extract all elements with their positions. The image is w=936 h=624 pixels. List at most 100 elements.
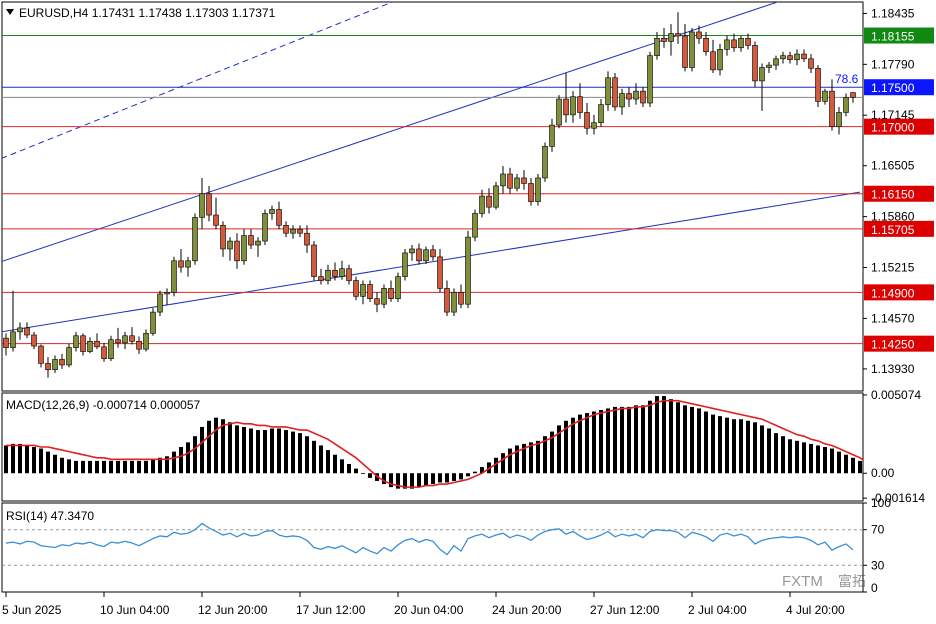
symbol-label: EURUSD,H4 1.17431 1.17438 1.17303 1.1737… xyxy=(19,6,276,20)
candle-body xyxy=(101,346,107,359)
level-tag-label: 1.17000 xyxy=(871,121,915,135)
macd-bar xyxy=(655,396,659,474)
macd-bar xyxy=(837,451,841,474)
macd-bar xyxy=(641,405,645,474)
macd-bar xyxy=(809,443,813,474)
macd-bar xyxy=(18,443,22,474)
candle-body xyxy=(171,260,177,293)
watermark-logo-text: FXTM xyxy=(782,573,823,590)
macd-bar xyxy=(137,460,141,474)
candle-body xyxy=(381,288,387,305)
macd-bar xyxy=(620,406,624,474)
macd-bar xyxy=(459,473,463,480)
candle-body xyxy=(759,67,765,82)
candle-body xyxy=(325,269,331,281)
candle-body xyxy=(59,359,65,366)
candle-body xyxy=(556,98,562,126)
candle-body xyxy=(696,31,702,39)
macd-bar xyxy=(123,460,127,474)
candle-body xyxy=(220,225,226,250)
candle-body xyxy=(829,90,835,127)
level-tag-label: 1.15705 xyxy=(871,223,915,237)
time-tick-label: 12 Jun 20:00 xyxy=(198,603,268,617)
candle-body xyxy=(143,333,149,350)
candle-body xyxy=(262,213,268,242)
macd-bar xyxy=(88,460,92,474)
candle-body xyxy=(94,340,100,348)
candle-body xyxy=(752,45,758,82)
candle-body xyxy=(311,244,317,277)
candle-body xyxy=(626,93,632,100)
time-tick-label: 5 Jun 2025 xyxy=(2,603,62,617)
candle-body xyxy=(787,55,793,60)
time-tick-label: 2 Jul 04:00 xyxy=(688,603,747,617)
macd-bar xyxy=(739,419,743,474)
macd-bar xyxy=(74,460,78,474)
macd-bar xyxy=(340,459,344,474)
candle-body xyxy=(150,311,156,334)
macd-bar xyxy=(235,425,239,474)
macd-bar xyxy=(767,428,771,474)
candle-body xyxy=(486,195,492,208)
candle-body xyxy=(710,51,716,71)
macd-bar xyxy=(501,453,505,474)
candle-body xyxy=(612,77,618,108)
macd-bar xyxy=(186,442,190,474)
macd-bar xyxy=(606,408,610,474)
macd-bar xyxy=(816,445,820,474)
candle-body xyxy=(192,217,198,262)
candle-body xyxy=(507,173,513,189)
candle-body xyxy=(465,236,471,305)
candle-body xyxy=(521,177,527,184)
candle-body xyxy=(843,97,849,113)
candle-body xyxy=(724,39,730,50)
rsi-tick-label: 0 xyxy=(871,581,878,595)
candle-body xyxy=(577,96,583,113)
macd-bar xyxy=(200,426,204,474)
time-tick-label: 17 Jun 12:00 xyxy=(296,603,366,617)
macd-bar xyxy=(4,445,8,474)
macd-bar xyxy=(298,433,302,474)
price-tick-label: 1.15860 xyxy=(871,210,915,224)
candle-body xyxy=(241,235,247,262)
macd-bar xyxy=(683,405,687,474)
candle-body xyxy=(437,256,443,289)
trading-chart[interactable]: 1.17000 1.16150 1.15705 1.14900 1.14250 1.181… xyxy=(0,0,936,624)
macd-bar xyxy=(599,409,603,474)
macd-bar xyxy=(690,406,694,474)
candle-body xyxy=(479,195,485,214)
macd-bar xyxy=(130,460,134,474)
blue-level-tag-label: 1.17500 xyxy=(871,81,915,95)
candle-body xyxy=(808,58,814,69)
macd-bar xyxy=(662,396,666,474)
candle-body xyxy=(290,228,296,234)
candle-body xyxy=(493,185,499,208)
watermark-brand: FXTM xyxy=(782,573,823,590)
macd-bar xyxy=(585,413,589,474)
macd-bar xyxy=(144,460,148,474)
macd-bar xyxy=(368,473,372,478)
candle-body xyxy=(367,284,373,299)
candle-body xyxy=(766,64,772,68)
candle-body xyxy=(794,53,800,60)
candle-body xyxy=(24,327,30,336)
candle-body xyxy=(395,276,401,299)
candle-body xyxy=(745,37,751,46)
price-tick-label: 1.17790 xyxy=(871,57,915,71)
rsi-panel[interactable] xyxy=(1,502,864,593)
candle-body xyxy=(108,339,114,359)
macd-bar xyxy=(172,451,176,474)
macd-bar xyxy=(326,450,330,474)
candle-body xyxy=(570,96,576,116)
candle-body xyxy=(318,276,324,281)
macd-bar xyxy=(270,428,274,474)
macd-bar xyxy=(263,430,267,474)
candle-body xyxy=(164,292,170,295)
candle-body xyxy=(206,193,212,216)
candle-body xyxy=(213,214,219,226)
macd-bar xyxy=(347,463,351,474)
candle-body xyxy=(136,340,142,350)
macd-bar xyxy=(802,442,806,474)
price-panel[interactable] xyxy=(1,1,864,392)
macd-bar xyxy=(725,417,729,474)
